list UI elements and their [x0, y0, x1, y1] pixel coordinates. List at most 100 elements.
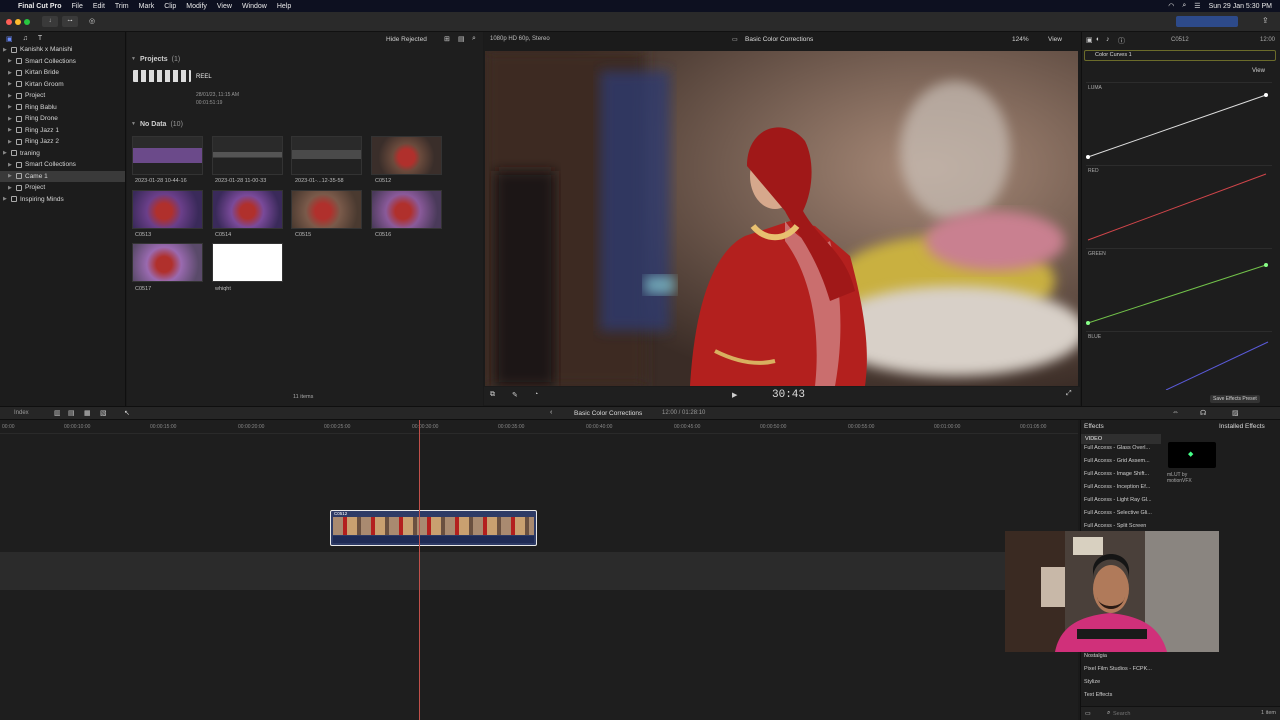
clip-appearance-icon[interactable]: ▥ [54, 409, 61, 417]
fullscreen-icon[interactable]: ⤢ [1066, 390, 1072, 398]
clip-thumbnail[interactable] [371, 190, 442, 229]
timeline-area[interactable]: C0512 [0, 420, 1078, 720]
disclosure-icon[interactable]: ▶ [8, 127, 13, 133]
clip-thumbnail[interactable] [132, 136, 203, 175]
effect-item[interactable]: Full Access - Split Screen [1084, 523, 1146, 529]
menu-edit[interactable]: Edit [93, 3, 105, 10]
filter-dropdown[interactable]: Hide Rejected [386, 36, 427, 43]
disclosure-icon[interactable]: ▶ [8, 185, 13, 191]
sidebar-toggle-icon[interactable]: ▭ [1085, 710, 1091, 717]
clip-thumbnail[interactable] [212, 136, 283, 175]
installed-effects-dropdown[interactable]: Installed Effects [1219, 423, 1265, 430]
disclosure-icon[interactable]: ▶ [8, 116, 13, 122]
effects-search-input[interactable] [1113, 709, 1203, 718]
enhance-icon[interactable]: ✎ [512, 391, 518, 399]
clip-thumbnail[interactable] [212, 190, 283, 229]
effect-selector[interactable]: Color Curves 1 [1084, 50, 1276, 61]
transform-icon[interactable]: ⧉ [490, 391, 495, 399]
effect-item[interactable]: Full Access - Light Ray Gl... [1084, 497, 1152, 503]
effect-item[interactable]: Full Access - Image Shift... [1084, 471, 1149, 477]
effect-item[interactable]: Full Access - Inception Ef... [1084, 484, 1150, 490]
library-item[interactable]: ▶ Ring Jazz 1 [0, 125, 125, 137]
blue-curve[interactable]: BLUE [1086, 331, 1272, 390]
library-item[interactable]: ▶ Came 1 [0, 170, 125, 182]
control-center-icon[interactable]: ☰ [1194, 2, 1200, 10]
library-item[interactable]: ▶ Kanishk x Manishi [0, 44, 125, 56]
zoom-window-button[interactable] [24, 19, 30, 25]
menu-file[interactable]: File [72, 3, 83, 10]
disclosure-icon[interactable]: ▼ [131, 56, 136, 63]
connect-icon[interactable]: ▤ [68, 409, 75, 417]
titles-tab-icon[interactable]: T [38, 35, 42, 42]
overwrite-icon[interactable]: ▧ [100, 409, 107, 417]
background-tasks-icon[interactable]: ◎ [86, 16, 98, 27]
luma-curve[interactable]: LUMA [1086, 82, 1272, 160]
view-options-icon[interactable]: ⊞ [444, 35, 450, 43]
app-menu[interactable]: Final Cut Pro [18, 3, 62, 10]
search-icon[interactable]: ⌕ [1182, 2, 1186, 10]
disclosure-icon[interactable]: ▶ [8, 173, 13, 179]
library-item[interactable]: ▶ Inspiring Minds [0, 194, 125, 206]
project-name[interactable]: REEL [196, 74, 212, 80]
disclosure-icon[interactable]: ▶ [8, 58, 13, 64]
menu-view[interactable]: View [217, 3, 232, 10]
timeline-clip[interactable]: C0512 [330, 510, 537, 546]
project-thumbnail[interactable] [133, 70, 191, 82]
share-icon[interactable]: ⇪ [1262, 16, 1269, 25]
disclosure-icon[interactable]: ▶ [3, 150, 8, 156]
disclosure-icon[interactable]: ▶ [8, 139, 13, 145]
filmstrip-icon[interactable]: ▤ [458, 35, 465, 43]
menu-window[interactable]: Window [242, 3, 267, 10]
play-icon[interactable]: ▶ [732, 391, 737, 399]
photos-tab-icon[interactable]: ♫ [23, 35, 28, 42]
menu-clip[interactable]: Clip [164, 3, 176, 10]
effect-category-item[interactable]: Text Effects [1084, 692, 1112, 698]
disclosure-icon[interactable]: ▶ [8, 104, 13, 110]
close-window-button[interactable] [6, 19, 12, 25]
library-item[interactable]: ▶ Ring Bablu [0, 102, 125, 114]
import-button[interactable]: ↓ [42, 16, 58, 27]
red-curve[interactable]: RED [1086, 165, 1272, 243]
index-button[interactable]: Index [14, 410, 29, 416]
timeline-title[interactable]: Basic Color Corrections [574, 410, 642, 417]
workspace-toggle[interactable] [1176, 16, 1238, 27]
video-inspector-icon[interactable]: ▣ [1086, 36, 1093, 44]
disclosure-icon[interactable]: ▼ [131, 121, 136, 128]
info-inspector-icon[interactable]: ⓘ [1118, 36, 1125, 46]
effect-item[interactable]: Full Access - Grid Assem... [1084, 458, 1150, 464]
clip-thumbnail[interactable] [291, 136, 362, 175]
minimize-window-button[interactable] [15, 19, 21, 25]
effect-item[interactable]: Full Access - Glass Overl... [1084, 445, 1150, 451]
libraries-tab-icon[interactable]: ▣ [6, 35, 13, 43]
menu-modify[interactable]: Modify [186, 3, 207, 10]
clock[interactable]: Sun 29 Jan 5:30 PM [1209, 3, 1272, 10]
green-curve[interactable]: GREEN [1086, 248, 1272, 326]
wifi-icon[interactable]: ◠ [1168, 2, 1174, 10]
menu-help[interactable]: Help [277, 3, 291, 10]
menu-mark[interactable]: Mark [139, 3, 155, 10]
disclosure-icon[interactable]: ▶ [8, 70, 13, 76]
effect-category-item[interactable]: Stylize [1084, 679, 1100, 685]
playhead[interactable] [419, 420, 420, 720]
effect-category-item[interactable]: Pixel Film Studios - FCPK... [1084, 666, 1152, 672]
clip-thumbnail[interactable] [371, 136, 442, 175]
disclosure-icon[interactable]: ▶ [8, 162, 13, 168]
select-tool-icon[interactable]: ↖ [124, 409, 130, 417]
library-item[interactable]: ▶ Kirtan Groom [0, 79, 125, 91]
timeline-ruler[interactable]: 00:00 00:00:10:00 00:00:15:00 00:00:20:0… [0, 420, 1078, 434]
keyword-button[interactable]: ⊶ [62, 16, 78, 27]
library-item[interactable]: ▶ Kirtan Bride [0, 67, 125, 79]
zoom-dropdown[interactable]: 124% [1012, 36, 1029, 43]
audio-inspector-icon[interactable]: ♪ [1106, 36, 1110, 43]
effects-browser-icon[interactable]: ▨ [1232, 409, 1239, 417]
effect-category-item[interactable]: Nostalgia [1084, 653, 1107, 659]
clip-thumbnail[interactable] [212, 243, 283, 282]
timecode-display[interactable]: 30:43 [772, 389, 805, 401]
library-item[interactable]: ▶ Project [0, 182, 125, 194]
save-effects-preset-button[interactable]: Save Effects Preset [1210, 395, 1260, 403]
clip-thumbnail[interactable] [132, 243, 203, 282]
headphones-icon[interactable]: ☊ [1200, 409, 1206, 417]
library-item[interactable]: ▶ Smart Collections [0, 159, 125, 171]
effect-item[interactable]: Full Access - Selective Gli... [1084, 510, 1152, 516]
view-dropdown[interactable]: View [1048, 36, 1062, 43]
